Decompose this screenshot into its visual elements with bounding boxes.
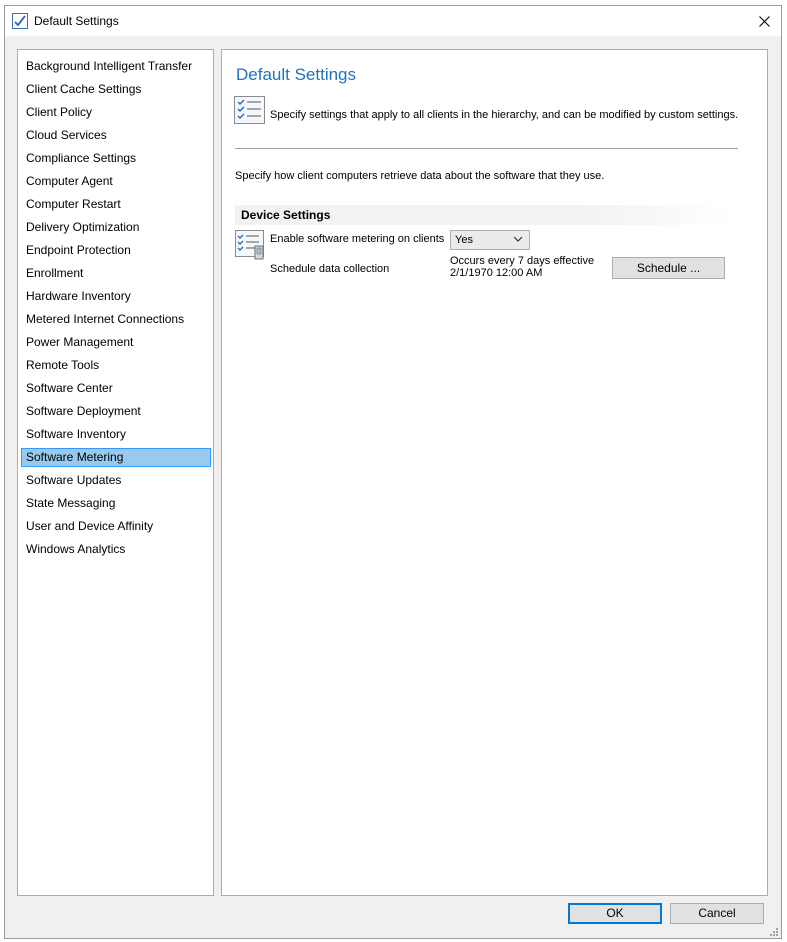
chevron-down-icon bbox=[513, 236, 523, 242]
page-title: Default Settings bbox=[236, 65, 357, 84]
nav-item-metered-internet-connections[interactable]: Metered Internet Connections bbox=[21, 310, 211, 329]
nav-item-remote-tools[interactable]: Remote Tools bbox=[21, 356, 211, 375]
enable-metering-value: Yes bbox=[455, 234, 473, 246]
nav-item-software-updates[interactable]: Software Updates bbox=[21, 471, 211, 490]
nav-item-software-inventory[interactable]: Software Inventory bbox=[21, 425, 211, 444]
resize-grip-icon[interactable] bbox=[769, 926, 779, 936]
window-title: Default Settings bbox=[34, 14, 119, 28]
nav-item-state-messaging[interactable]: State Messaging bbox=[21, 494, 211, 513]
divider bbox=[235, 148, 738, 149]
nav-item-computer-restart[interactable]: Computer Restart bbox=[21, 195, 211, 214]
enable-metering-label: Enable software metering on clients bbox=[270, 233, 445, 245]
schedule-button[interactable]: Schedule ... bbox=[612, 257, 725, 279]
ok-button[interactable]: OK bbox=[568, 903, 662, 924]
settings-nav-list: Background Intelligent Transfer Client C… bbox=[17, 49, 214, 896]
nav-item-windows-analytics[interactable]: Windows Analytics bbox=[21, 540, 211, 559]
nav-item-software-metering[interactable]: Software Metering bbox=[21, 448, 211, 467]
nav-item-hardware-inventory[interactable]: Hardware Inventory bbox=[21, 287, 211, 306]
cancel-button[interactable]: Cancel bbox=[670, 903, 764, 924]
title-bar: Default Settings bbox=[5, 6, 781, 36]
enable-metering-select[interactable]: Yes bbox=[450, 230, 530, 250]
page-description: Specify settings that apply to all clien… bbox=[270, 109, 739, 121]
default-settings-dialog: Default Settings Background Intelligent … bbox=[4, 5, 782, 939]
nav-item-software-deployment[interactable]: Software Deployment bbox=[21, 402, 211, 421]
nav-item-computer-agent[interactable]: Computer Agent bbox=[21, 172, 211, 191]
schedule-collection-label: Schedule data collection bbox=[270, 263, 390, 275]
nav-item-cloud-services[interactable]: Cloud Services bbox=[21, 126, 211, 145]
nav-item-delivery-optimization[interactable]: Delivery Optimization bbox=[21, 218, 211, 237]
close-button[interactable] bbox=[747, 6, 781, 36]
close-icon bbox=[758, 15, 770, 27]
section-intro: Specify how client computers retrieve da… bbox=[235, 170, 605, 182]
nav-item-software-center[interactable]: Software Center bbox=[21, 379, 211, 398]
setting-item-icon bbox=[235, 230, 267, 260]
schedule-summary-line-2: 2/1/1970 12:00 AM bbox=[450, 267, 543, 279]
nav-item-client-policy[interactable]: Client Policy bbox=[21, 103, 211, 122]
checklist-icon bbox=[12, 13, 28, 29]
nav-item-background-intelligent-transfer[interactable]: Background Intelligent Transfer bbox=[21, 57, 211, 76]
settings-content-panel: Default Settings Specify settings that a… bbox=[221, 49, 768, 896]
nav-item-power-management[interactable]: Power Management bbox=[21, 333, 211, 352]
nav-item-user-and-device-affinity[interactable]: User and Device Affinity bbox=[21, 517, 211, 536]
schedule-summary-line-1: Occurs every 7 days effective bbox=[450, 255, 595, 267]
nav-item-compliance-settings[interactable]: Compliance Settings bbox=[21, 149, 211, 168]
nav-item-enrollment[interactable]: Enrollment bbox=[21, 264, 211, 283]
nav-item-client-cache-settings[interactable]: Client Cache Settings bbox=[21, 80, 211, 99]
nav-item-endpoint-protection[interactable]: Endpoint Protection bbox=[21, 241, 211, 260]
settings-list-icon bbox=[234, 96, 266, 124]
schedule-summary: Occurs every 7 days effective 2/1/1970 1… bbox=[450, 255, 594, 279]
device-settings-header: Device Settings bbox=[235, 205, 729, 225]
